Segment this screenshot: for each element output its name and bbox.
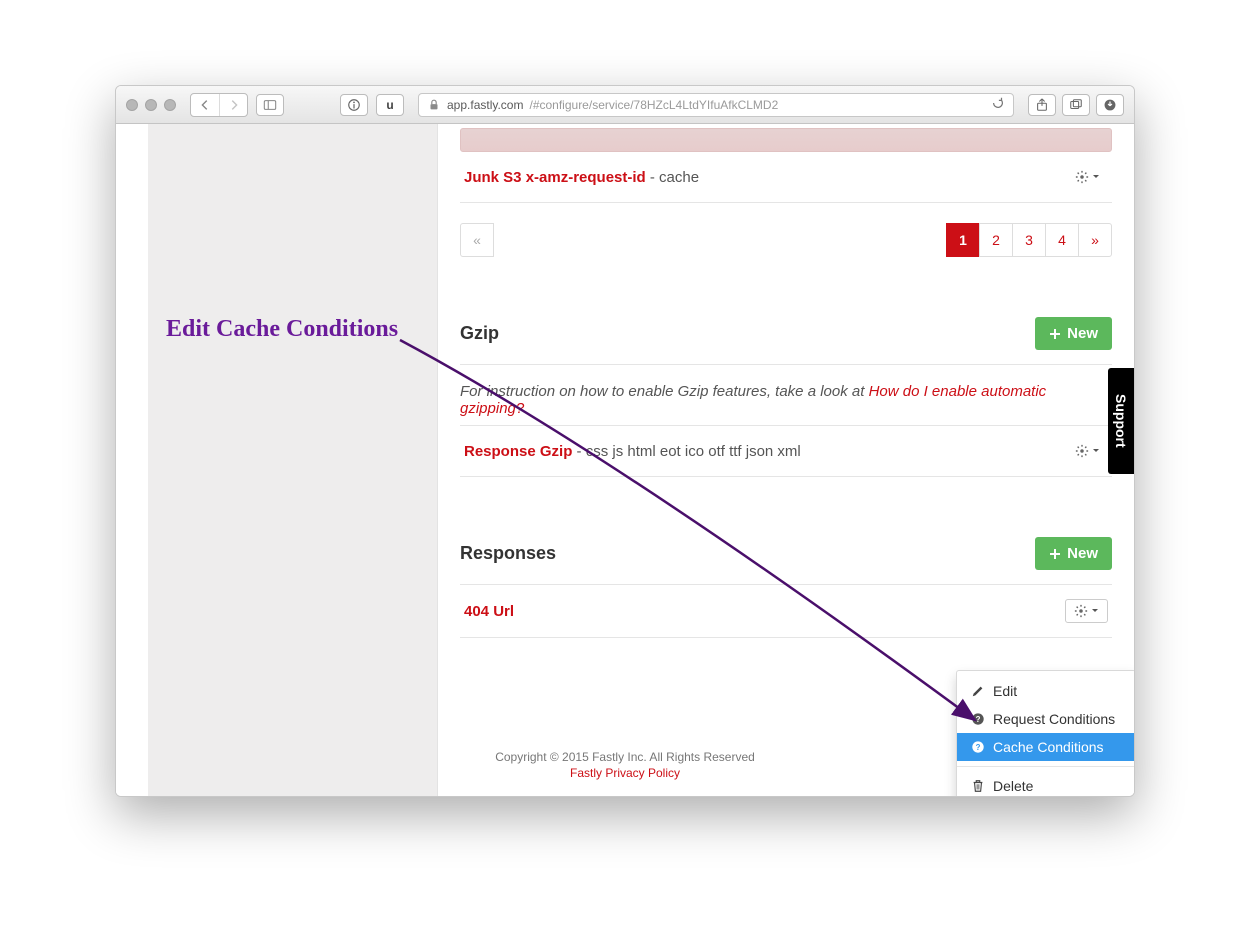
trash-icon xyxy=(971,779,985,793)
pagination: « 1 2 3 4 » xyxy=(460,223,1112,257)
tabs-icon xyxy=(1069,98,1083,112)
window-controls xyxy=(126,99,176,111)
reload-icon xyxy=(991,96,1005,110)
chevron-right-icon xyxy=(227,98,241,112)
gzip-item-text: Response Gzip - css js html eot ico otf … xyxy=(464,443,801,460)
gzip-instruction-text: For instruction on how to enable Gzip fe… xyxy=(460,383,869,400)
question-circle-icon: ? xyxy=(971,712,985,726)
gzip-item-row: Response Gzip - css js html eot ico otf … xyxy=(460,425,1112,477)
share-icon xyxy=(1035,98,1049,112)
sidebar xyxy=(148,124,438,796)
caret-down-icon xyxy=(1092,447,1100,455)
responses-item-gear[interactable] xyxy=(1065,599,1108,623)
lock-icon xyxy=(427,98,441,112)
header-item-text: Junk S3 x-amz-request-id - cache xyxy=(464,169,699,186)
pagination-page-3[interactable]: 3 xyxy=(1012,223,1046,257)
dropdown-request-conditions-label: Request Conditions xyxy=(993,711,1115,727)
pencil-icon xyxy=(971,684,985,698)
tab-info-button[interactable]: u xyxy=(376,94,404,116)
panel-icon xyxy=(263,98,277,112)
main-panel: Junk S3 x-amz-request-id - cache « 1 2 3… xyxy=(438,124,1134,796)
gzip-new-label: New xyxy=(1067,325,1098,342)
browser-window: u app.fastly.com /#configure/service/78HZ… xyxy=(115,85,1135,797)
gzip-item-desc: - css js html eot ico otf ttf json xml xyxy=(572,443,800,460)
left-gutter xyxy=(116,124,148,796)
caret-down-icon xyxy=(1092,173,1100,181)
support-tab[interactable]: Support xyxy=(1108,368,1134,474)
downloads-button[interactable] xyxy=(1096,94,1124,116)
titlebar: u app.fastly.com /#configure/service/78HZ… xyxy=(116,86,1134,124)
responses-item-row: 404 Url xyxy=(460,585,1112,638)
pagination-page-4[interactable]: 4 xyxy=(1045,223,1079,257)
plus-icon xyxy=(1049,328,1061,340)
gear-icon xyxy=(1075,444,1089,458)
close-traffic-light[interactable] xyxy=(126,99,138,111)
pagination-prev[interactable]: « xyxy=(460,223,494,257)
info-icon xyxy=(347,98,361,112)
gzip-section-header: Gzip New xyxy=(460,317,1112,365)
pagination-list: 1 2 3 4 » xyxy=(947,223,1112,257)
pagination-next[interactable]: » xyxy=(1078,223,1112,257)
url-host: app.fastly.com xyxy=(447,98,523,112)
gear-icon xyxy=(1075,170,1089,184)
responses-title: Responses xyxy=(460,543,556,564)
toolbar-right xyxy=(1028,94,1124,116)
collapsed-header-row[interactable] xyxy=(460,128,1112,152)
download-icon xyxy=(1103,98,1117,112)
dropdown-request-conditions[interactable]: ? Request Conditions xyxy=(957,705,1135,733)
dropdown-delete-label: Delete xyxy=(993,778,1033,794)
footer-privacy-link[interactable]: Fastly Privacy Policy xyxy=(116,766,1134,780)
chevron-left-icon xyxy=(198,98,212,112)
footer-copyright: Copyright © 2015 Fastly Inc. All Rights … xyxy=(495,750,755,764)
footer: Copyright © 2015 Fastly Inc. All Rights … xyxy=(116,750,1134,780)
forward-button[interactable] xyxy=(219,94,247,116)
gzip-item-name[interactable]: Response Gzip xyxy=(464,443,572,460)
url-bar[interactable]: app.fastly.com /#configure/service/78HZcL… xyxy=(418,93,1014,117)
info-button[interactable] xyxy=(340,94,368,116)
header-item-row: Junk S3 x-amz-request-id - cache xyxy=(460,152,1112,203)
gzip-instruction: For instruction on how to enable Gzip fe… xyxy=(460,383,1112,417)
gzip-item-gear[interactable] xyxy=(1067,440,1108,462)
header-item-name[interactable]: Junk S3 x-amz-request-id xyxy=(464,169,646,186)
share-button[interactable] xyxy=(1028,94,1056,116)
svg-text:?: ? xyxy=(976,715,981,724)
header-item-gear[interactable] xyxy=(1067,166,1108,188)
dropdown-edit[interactable]: Edit xyxy=(957,677,1135,705)
reload-button[interactable] xyxy=(991,96,1005,113)
responses-section-header: Responses New xyxy=(460,537,1112,585)
nav-buttons xyxy=(190,93,248,117)
gzip-new-button[interactable]: New xyxy=(1035,317,1112,350)
dropdown-edit-label: Edit xyxy=(993,683,1017,699)
responses-new-label: New xyxy=(1067,545,1098,562)
pagination-page-2[interactable]: 2 xyxy=(979,223,1013,257)
caret-down-icon xyxy=(1091,607,1099,615)
url-path: /#configure/service/78HZcL4LtdYIfuAfkCLM… xyxy=(529,98,778,112)
minimize-traffic-light[interactable] xyxy=(145,99,157,111)
responses-new-button[interactable]: New xyxy=(1035,537,1112,570)
responses-item-name[interactable]: 404 Url xyxy=(464,603,514,620)
gear-icon xyxy=(1074,604,1088,618)
page-content: Junk S3 x-amz-request-id - cache « 1 2 3… xyxy=(116,124,1134,796)
tabs-button[interactable] xyxy=(1062,94,1090,116)
annotation-label: Edit Cache Conditions xyxy=(166,316,398,343)
pagination-page-1[interactable]: 1 xyxy=(946,223,980,257)
header-item-desc: - cache xyxy=(646,169,699,186)
plus-icon xyxy=(1049,548,1061,560)
back-button[interactable] xyxy=(191,94,219,116)
responses-item-text: 404 Url xyxy=(464,603,514,620)
zoom-traffic-light[interactable] xyxy=(164,99,176,111)
sidebar-toggle-button[interactable] xyxy=(256,94,284,116)
gzip-title: Gzip xyxy=(460,323,499,344)
